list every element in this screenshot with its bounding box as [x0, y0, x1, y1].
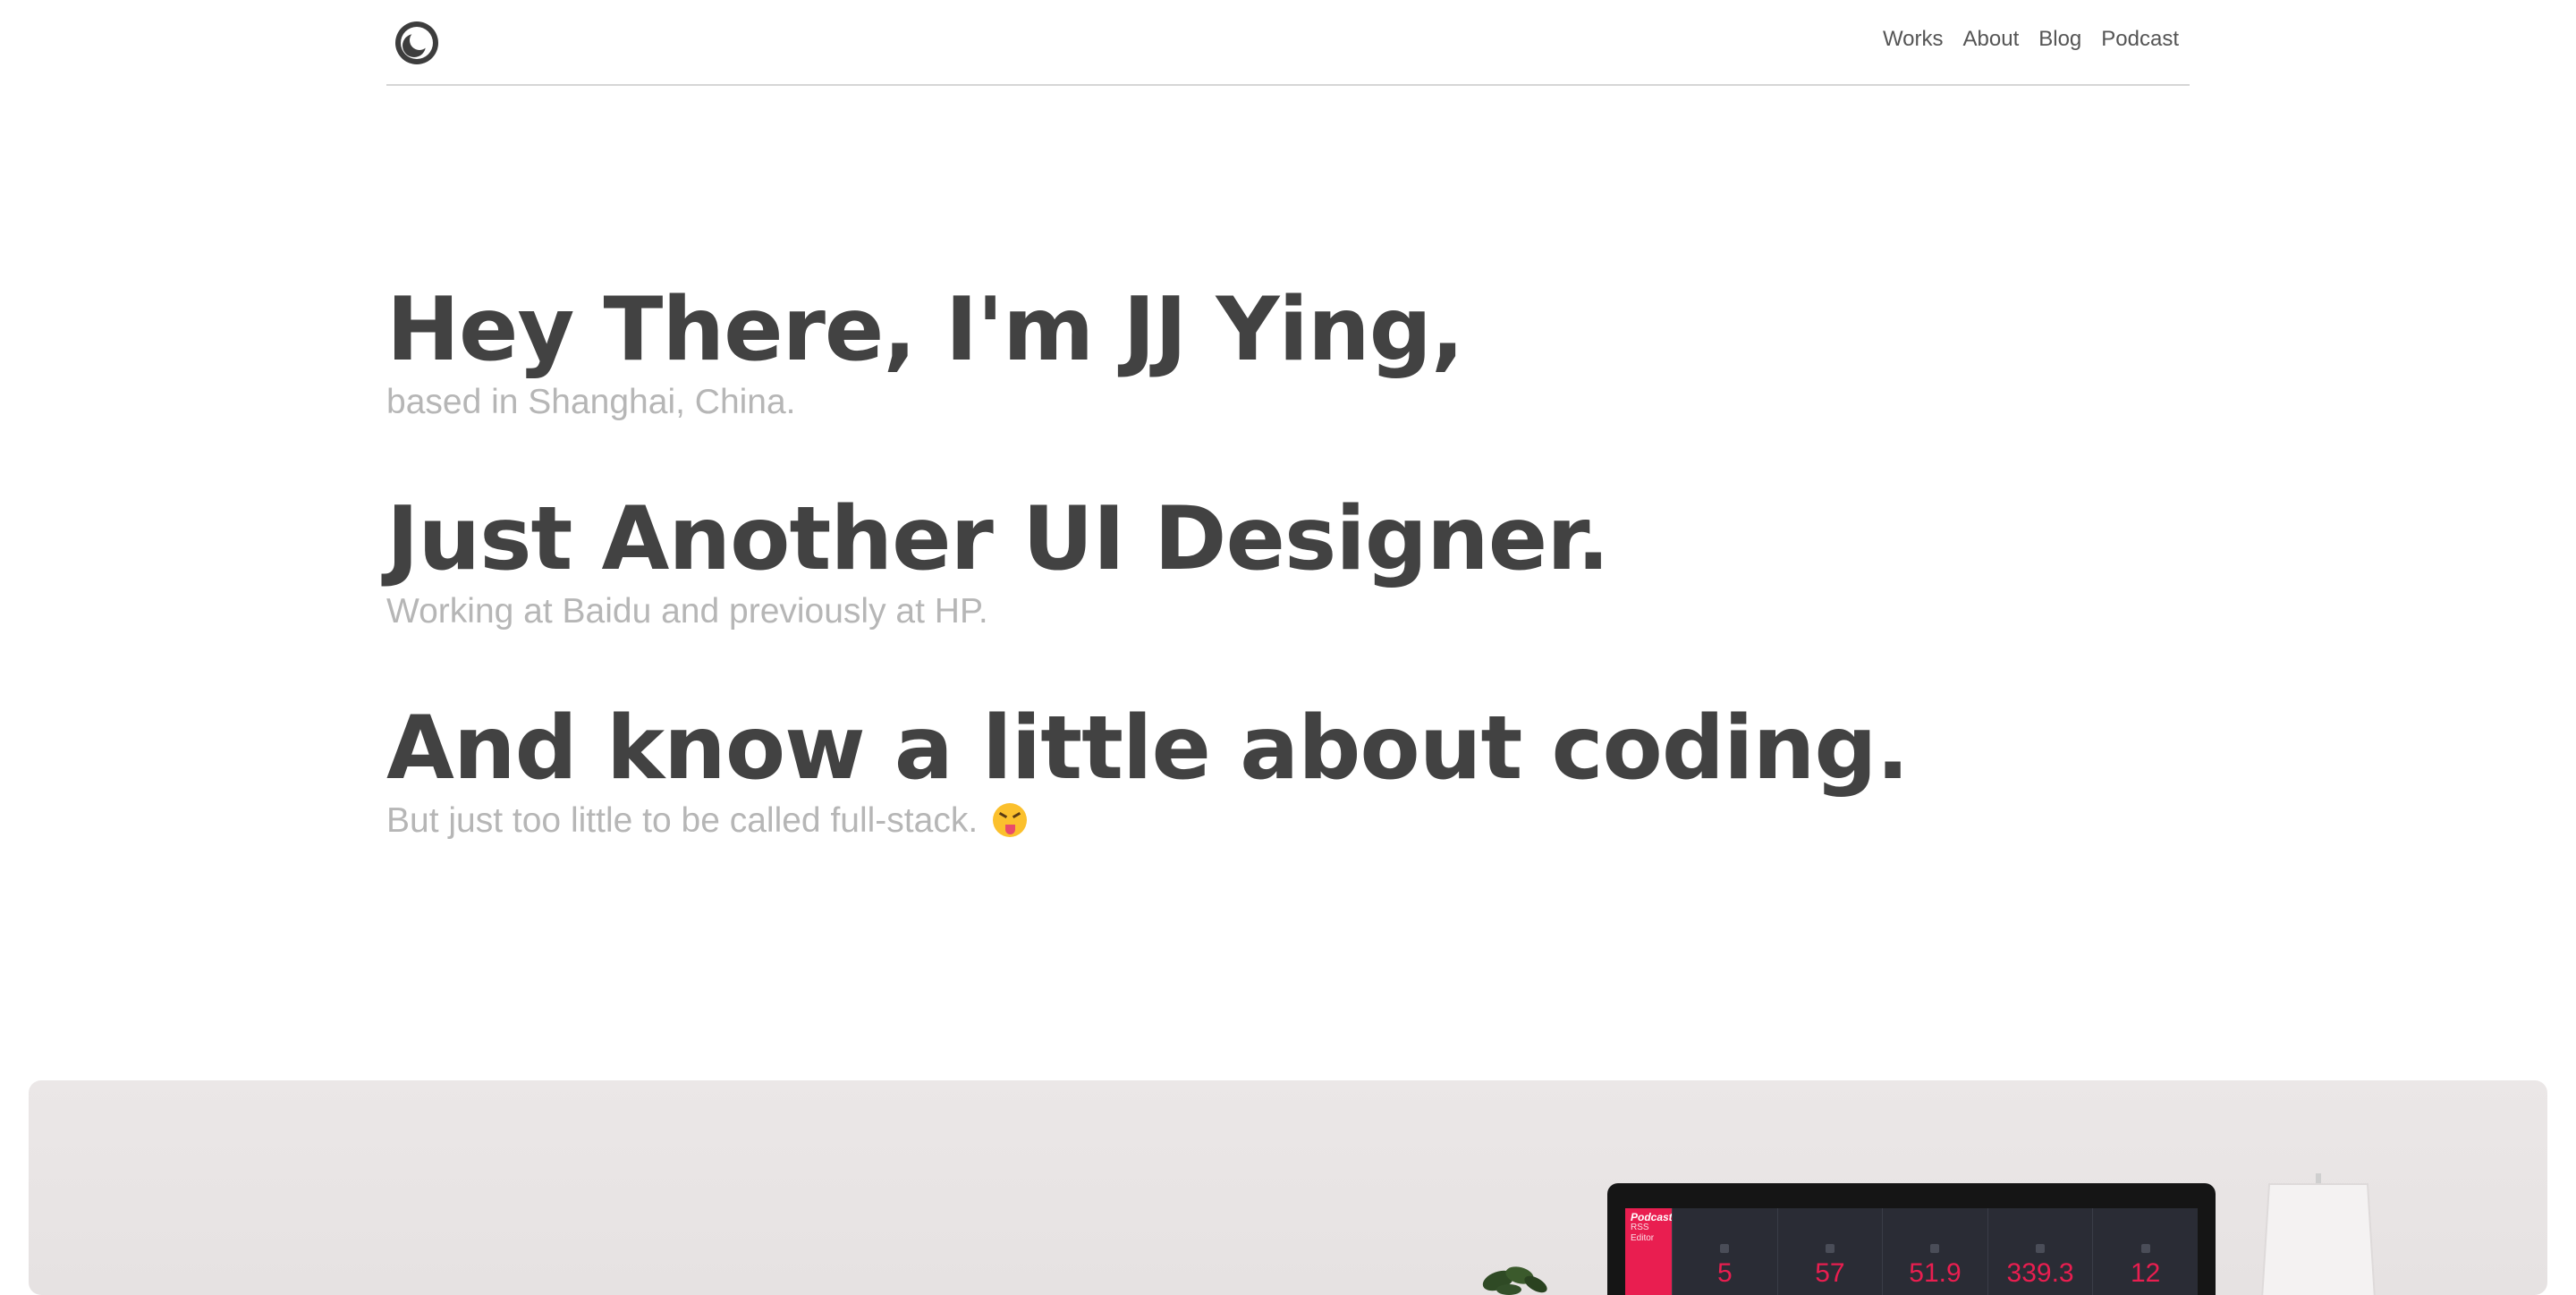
headline-name: Hey There, I'm JJ Ying, — [386, 279, 1464, 381]
app-screen: Podcast RSS Editor 5 57 51.9 339.3 12 — [1625, 1208, 2198, 1295]
headline-coding: And know a little about coding. — [386, 698, 1910, 800]
nav-item-blog[interactable]: Blog — [2038, 23, 2081, 55]
main-nav: Works About Blog Podcast — [1883, 23, 2179, 55]
stat-item: 57 — [1776, 1208, 1883, 1295]
intro-group-coding: And know a little about coding. But just… — [386, 698, 2190, 842]
hero-showcase: Podcast RSS Editor 5 57 51.9 339.3 12 — [29, 1080, 2547, 1295]
nav-item-podcast[interactable]: Podcast — [2101, 23, 2179, 55]
app-sidebar: Podcast RSS Editor — [1625, 1208, 1673, 1295]
stat-value: 339.3 — [2006, 1258, 2074, 1288]
app-sidebar-title: Podcast — [1631, 1211, 1673, 1223]
intro-group-name: Hey There, I'm JJ Ying, based in Shangha… — [386, 279, 2190, 424]
nav-item-about[interactable]: About — [1963, 23, 2020, 55]
stat-item: 12 — [2092, 1208, 2198, 1295]
stat-value: 51.9 — [1909, 1258, 1962, 1288]
stat-value: 12 — [2130, 1258, 2161, 1288]
plant-icon — [1482, 1266, 1547, 1295]
intro-group-role: Just Another UI Designer. Working at Bai… — [386, 488, 2190, 633]
app-stats: 5 57 51.9 339.3 12 — [1672, 1208, 2198, 1295]
logo-icon[interactable] — [394, 20, 440, 66]
stat-item: 51.9 — [1882, 1208, 1987, 1295]
stat-item: 5 — [1672, 1208, 1777, 1295]
monitor-mockup: Podcast RSS Editor 5 57 51.9 339.3 12 — [1607, 1183, 2216, 1295]
lamp-icon — [2261, 1173, 2376, 1295]
subline-work: Working at Baidu and previously at HP. — [386, 592, 988, 631]
headline-role: Just Another UI Designer. — [386, 488, 1610, 590]
nav-item-works[interactable]: Works — [1883, 23, 1944, 55]
intro-section: Hey There, I'm JJ Ying, based in Shangha… — [386, 279, 2190, 907]
stat-value: 5 — [1716, 1258, 1733, 1288]
subline-location: based in Shanghai, China. — [386, 383, 796, 421]
subline-fullstack-text: But just too little to be called full-st… — [386, 801, 979, 840]
app-sidebar-line2: RSS — [1631, 1223, 1649, 1232]
subline-fullstack: But just too little to be called full-st… — [386, 800, 2190, 842]
app-sidebar-line3: Editor — [1631, 1233, 1655, 1243]
tongue-emoji-icon — [993, 803, 1027, 837]
stat-value: 57 — [1815, 1258, 1845, 1288]
stat-item: 339.3 — [1987, 1208, 2093, 1295]
site-header: Works About Blog Podcast — [386, 0, 2190, 86]
